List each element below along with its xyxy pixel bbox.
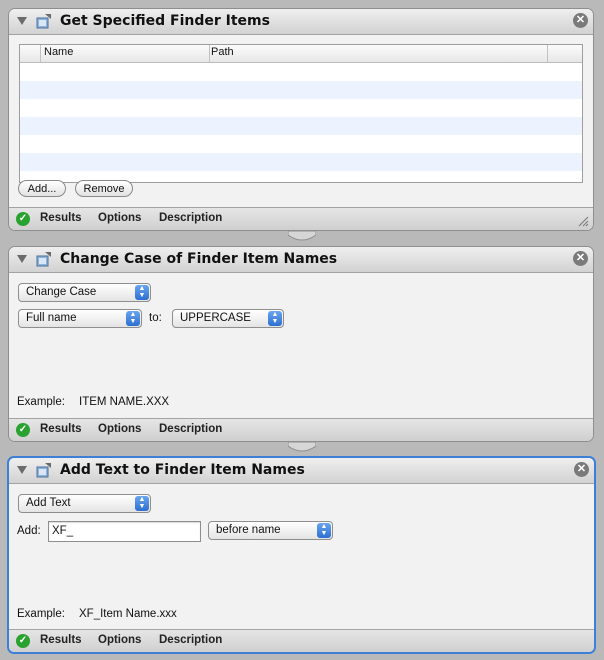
close-icon[interactable]: ✕ <box>574 462 589 477</box>
table-row[interactable] <box>20 117 582 135</box>
column-header-path[interactable]: Path <box>211 46 234 58</box>
finder-icon <box>36 14 51 29</box>
table-row[interactable] <box>20 81 582 99</box>
add-button[interactable]: Add... <box>18 180 66 197</box>
checkmark-icon: ✓ <box>16 634 30 648</box>
disclosure-triangle-icon[interactable] <box>17 17 27 25</box>
disclosure-triangle-icon[interactable] <box>17 255 27 263</box>
example-value: ITEM NAME.XXX <box>79 396 170 408</box>
table-row[interactable] <box>20 153 582 171</box>
popup-arrows-icon: ▲ ▼ <box>126 311 140 326</box>
options-tab[interactable]: Options <box>98 212 141 224</box>
column-separator[interactable] <box>209 45 210 62</box>
position-popup-value: before name <box>216 524 281 536</box>
table-row[interactable] <box>20 135 582 153</box>
mode-popup[interactable]: Add Text ▲ ▼ <box>18 494 151 513</box>
table-row[interactable] <box>20 63 582 81</box>
popup-arrows-icon: ▲ ▼ <box>135 285 149 300</box>
action-titlebar[interactable]: Get Specified Finder Items ✕ <box>9 9 593 35</box>
checkmark-icon: ✓ <box>16 423 30 437</box>
action-add-text[interactable]: Add Text to Finder Item Names ✕ Add Text… <box>7 456 596 654</box>
column-separator[interactable] <box>40 45 41 62</box>
to-label: to: <box>149 312 162 324</box>
description-tab[interactable]: Description <box>159 634 222 646</box>
results-tab[interactable]: Results <box>40 212 82 224</box>
finder-icon <box>36 252 51 267</box>
action-footer: ✓ Results Options Description <box>9 629 594 652</box>
action-get-specified-finder-items[interactable]: Get Specified Finder Items ✕ Name Path A… <box>8 8 594 231</box>
popup-arrows-icon: ▲ ▼ <box>268 311 282 326</box>
table-row[interactable] <box>20 99 582 117</box>
disclosure-triangle-icon[interactable] <box>17 466 27 474</box>
results-tab[interactable]: Results <box>40 423 82 435</box>
case-popup[interactable]: UPPERCASE ▲ ▼ <box>172 309 284 328</box>
example-label: Example: <box>17 396 65 408</box>
action-title: Get Specified Finder Items <box>60 13 270 29</box>
case-popup-value: UPPERCASE <box>180 312 251 324</box>
column-separator[interactable] <box>547 45 548 62</box>
action-title: Add Text to Finder Item Names <box>60 462 305 478</box>
remove-button[interactable]: Remove <box>75 180 133 197</box>
checkmark-icon: ✓ <box>16 212 30 226</box>
mode-popup-value: Add Text <box>26 497 71 509</box>
action-connector <box>288 231 316 241</box>
action-change-case[interactable]: Change Case of Finder Item Names ✕ Chang… <box>8 246 594 442</box>
action-titlebar[interactable]: Change Case of Finder Item Names ✕ <box>9 247 593 273</box>
popup-arrows-icon: ▲ ▼ <box>317 523 331 538</box>
close-icon[interactable]: ✕ <box>573 251 588 266</box>
scope-popup[interactable]: Full name ▲ ▼ <box>18 309 142 328</box>
add-text-field[interactable]: XF_ <box>48 521 201 542</box>
options-tab[interactable]: Options <box>98 634 141 646</box>
scope-popup-value: Full name <box>26 312 77 324</box>
add-label: Add: <box>17 525 41 537</box>
popup-arrows-icon: ▲ ▼ <box>135 496 149 511</box>
results-tab[interactable]: Results <box>40 634 82 646</box>
action-connector <box>288 442 316 452</box>
finder-items-table[interactable]: Name Path <box>19 44 583 183</box>
action-footer: ✓ Results Options Description <box>9 418 593 441</box>
finder-icon <box>36 463 51 478</box>
table-header: Name Path <box>20 45 582 63</box>
action-titlebar[interactable]: Add Text to Finder Item Names ✕ <box>9 458 594 484</box>
options-tab[interactable]: Options <box>98 423 141 435</box>
position-popup[interactable]: before name ▲ ▼ <box>208 521 333 540</box>
action-footer: ✓ Results Options Description <box>9 207 593 230</box>
mode-popup-value: Change Case <box>26 286 97 298</box>
example-value: XF_Item Name.xxx <box>79 608 177 620</box>
column-header-name[interactable]: Name <box>44 46 73 58</box>
resize-grip-icon[interactable] <box>577 215 589 227</box>
action-title: Change Case of Finder Item Names <box>60 251 338 267</box>
close-icon[interactable]: ✕ <box>573 13 588 28</box>
description-tab[interactable]: Description <box>159 423 222 435</box>
description-tab[interactable]: Description <box>159 212 222 224</box>
example-label: Example: <box>17 608 65 620</box>
mode-popup[interactable]: Change Case ▲ ▼ <box>18 283 151 302</box>
